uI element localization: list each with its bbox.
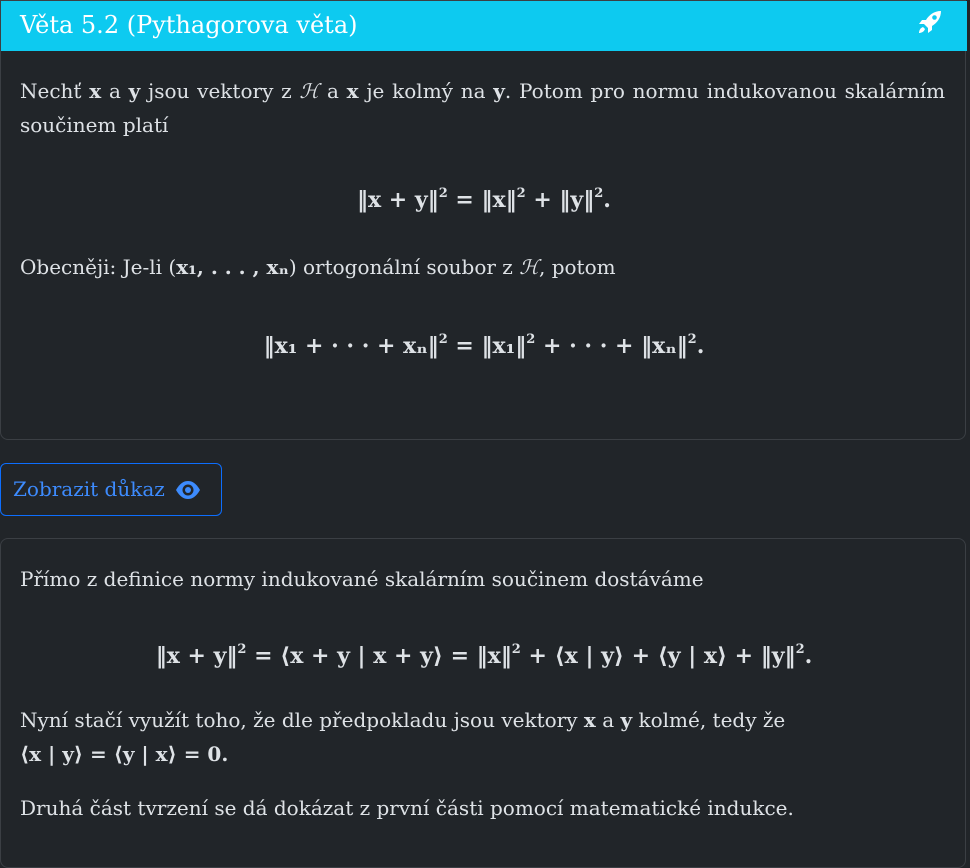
text: Nyní stačí využít toho, že dle předpokla… [20, 708, 578, 732]
vector-y: y [620, 708, 633, 732]
exponent: 2 [526, 332, 536, 347]
vector-y: y [493, 79, 505, 103]
text: Nechť [20, 79, 82, 103]
vector-tuple: x₁, . . . , xₙ [176, 255, 289, 279]
text: , potom [538, 255, 616, 279]
theorem-title: Věta 5.2 (Pythagorova věta) [20, 11, 358, 39]
vector-x: x [346, 79, 359, 103]
equation-general: ‖x₁ + · · · + xₙ‖2 = ‖x₁‖2 + · · · + ‖xₙ… [1, 333, 967, 359]
eq-term: . [696, 333, 705, 359]
hilbert-space-symbol: ℋ [299, 79, 320, 103]
text: a [326, 79, 339, 103]
eq-term: ‖x + y‖ [155, 643, 238, 669]
text: jsou vektory z [148, 79, 292, 103]
eq-term: ‖x₁ + · · · + xₙ‖ [263, 333, 439, 359]
equation-proof: ‖x + y‖2 = ⟨x + y | x + y⟩ = ‖x‖2 + ⟨x |… [1, 643, 967, 669]
proof-orthogonality: Nyní stačí využít toho, že dle předpokla… [20, 703, 945, 771]
vector-y: y [128, 79, 141, 103]
eq-term: . [804, 643, 813, 669]
theorem-statement: Nechť x a y jsou vektory z ℋ a x je kolm… [20, 74, 945, 142]
equation-pythagoras: ‖x + y‖2 = ‖x‖2 + ‖y‖2. [1, 187, 967, 213]
text: kolmé, tedy že [638, 708, 786, 732]
exponent: 2 [795, 642, 805, 657]
exponent: 2 [438, 186, 448, 201]
text: ) ortogonální soubor z [288, 255, 513, 279]
hilbert-space-symbol: ℋ [519, 255, 539, 279]
eq-term: + ‖y‖ [533, 187, 595, 213]
proof-induction-note: Druhá část tvrzení se dá dokázat z první… [20, 796, 794, 820]
theorem-card: Věta 5.2 (Pythagorova věta) Nechť x a y … [0, 0, 967, 440]
exponent: 2 [687, 332, 697, 347]
exponent: 2 [237, 642, 247, 657]
eq-term: = ⟨x + y | x + y⟩ = ‖x‖ [254, 643, 512, 669]
text: je kolmý na [366, 79, 486, 103]
vector-x: x [583, 708, 596, 732]
vector-x: x [89, 79, 102, 103]
theorem-header: Věta 5.2 (Pythagorova věta) [1, 1, 967, 51]
eq-term: + ⟨x | y⟩ + ⟨y | x⟩ + ‖y‖ [528, 643, 796, 669]
show-proof-label: Zobrazit důkaz [13, 477, 165, 501]
theorem-generalization: Obecněji: Je-li (x₁, . . . , xₙ) ortogon… [20, 250, 945, 284]
exponent: 2 [594, 186, 604, 201]
text: a [602, 708, 615, 732]
eye-icon [176, 481, 201, 499]
eq-term: = ‖x₁‖ [455, 333, 527, 359]
show-proof-button[interactable]: Zobrazit důkaz [0, 463, 222, 516]
eq-term: ‖x + y‖ [357, 187, 439, 213]
exponent: 2 [516, 186, 526, 201]
text: a [108, 79, 121, 103]
proof-card: Přímo z definice normy indukované skalár… [0, 538, 966, 868]
exponent: 2 [438, 332, 448, 347]
text: Obecněji: Je-li ( [20, 255, 177, 279]
eq-term: + · · · + ‖xₙ‖ [542, 333, 688, 359]
eq-term: . [603, 187, 611, 213]
inner-product-equation: ⟨x | y⟩ = ⟨y | x⟩ = 0. [20, 742, 229, 766]
eq-term: = ‖x‖ [455, 187, 517, 213]
rocket-icon [919, 11, 941, 33]
proof-intro: Přímo z definice normy indukované skalár… [20, 567, 704, 591]
exponent: 2 [511, 642, 521, 657]
